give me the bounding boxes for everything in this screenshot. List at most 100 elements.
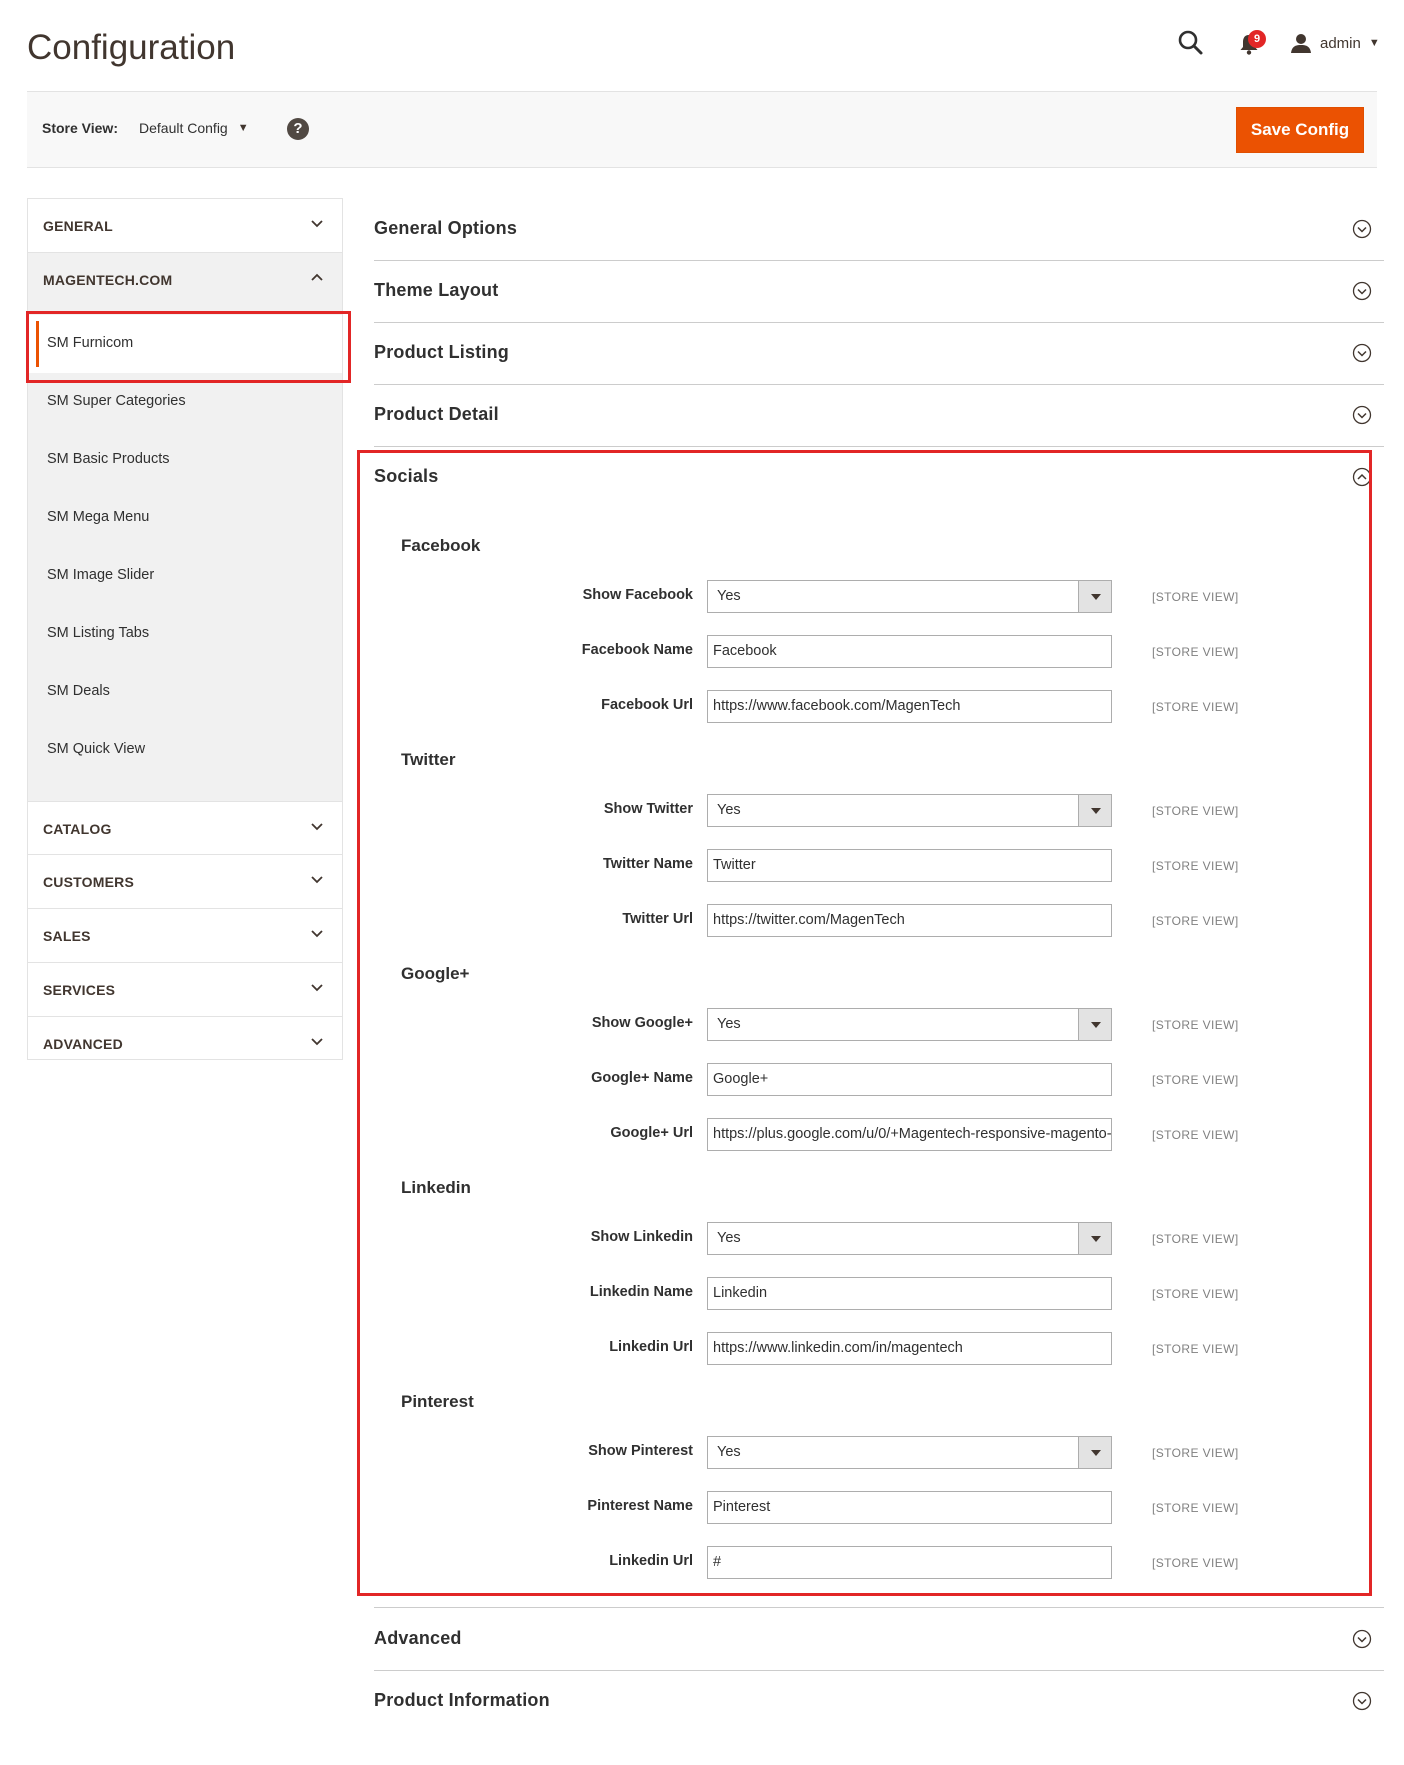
field-label: Linkedin Url bbox=[609, 1553, 693, 1569]
section-title: Product Information bbox=[374, 1690, 550, 1710]
expand-circle-icon bbox=[1352, 281, 1372, 301]
twitter-name-input[interactable]: Twitter bbox=[707, 849, 1112, 882]
scope-label: [STORE VIEW] bbox=[1152, 1501, 1239, 1515]
sidebar-group-label: CUSTOMERS bbox=[43, 874, 134, 890]
search-button[interactable] bbox=[1176, 28, 1206, 58]
scope-label: [STORE VIEW] bbox=[1152, 1128, 1239, 1142]
group-title-pinterest: Pinterest bbox=[401, 1392, 474, 1411]
field-label: Show Google+ bbox=[591, 1015, 693, 1031]
sidebar-group-label: MAGENTECH.COM bbox=[43, 272, 173, 288]
show-facebook-select[interactable]: Yes bbox=[707, 580, 1112, 613]
group-title-facebook: Facebook bbox=[401, 536, 481, 555]
notifications-count-badge: 9 bbox=[1248, 30, 1266, 48]
store-view-bar: Store View: Default Config ▼ ? Save Conf… bbox=[27, 91, 1377, 168]
field-label: Show Facebook bbox=[582, 587, 693, 603]
sidebar-group-label: CATALOG bbox=[43, 821, 112, 837]
show-linkedin-select[interactable]: Yes bbox=[707, 1222, 1112, 1255]
show-google-plus-select[interactable]: Yes bbox=[707, 1008, 1112, 1041]
chevron-down-icon: ▼ bbox=[1368, 37, 1380, 49]
group-title-linkedin: Linkedin bbox=[401, 1178, 471, 1197]
dropdown-arrow-icon bbox=[1078, 1437, 1111, 1468]
section-socials[interactable]: Socials bbox=[374, 447, 1384, 509]
section-title: Advanced bbox=[374, 1628, 462, 1648]
field-label: Show Twitter bbox=[603, 801, 693, 817]
section-general-options[interactable]: General Options bbox=[374, 199, 1384, 261]
sidebar-item-label: SM Quick View bbox=[47, 741, 146, 757]
twitter-url-input[interactable]: https://twitter.com/MagenTech bbox=[707, 904, 1112, 937]
linkedin-name-input[interactable]: Linkedin bbox=[707, 1277, 1112, 1310]
expand-circle-icon bbox=[1352, 1629, 1372, 1649]
field-label: Pinterest Name bbox=[587, 1498, 693, 1514]
field-label: Show Linkedin bbox=[590, 1229, 693, 1245]
sidebar-item-label: SM Mega Menu bbox=[47, 509, 150, 525]
user-icon bbox=[1291, 34, 1311, 53]
scope-label: [STORE VIEW] bbox=[1152, 1556, 1239, 1570]
chevron-down-icon bbox=[311, 876, 323, 884]
pinterest-url-input[interactable]: # bbox=[707, 1546, 1112, 1579]
show-pinterest-select[interactable]: Yes bbox=[707, 1436, 1112, 1469]
sidebar-group-label: GENERAL bbox=[43, 218, 113, 234]
section-divider bbox=[374, 1607, 1384, 1608]
scope-label: [STORE VIEW] bbox=[1152, 914, 1239, 928]
dropdown-arrow-icon bbox=[1078, 1009, 1111, 1040]
section-product-listing[interactable]: Product Listing bbox=[374, 323, 1384, 385]
account-menu-button[interactable]: admin ▼ bbox=[1290, 28, 1380, 58]
sidebar-group-catalog[interactable]: CATALOG bbox=[28, 801, 342, 855]
section-title: Product Listing bbox=[374, 342, 509, 362]
sidebar-item-sm-super-categories[interactable]: SM Super Categories bbox=[28, 373, 342, 431]
chevron-down-icon bbox=[311, 220, 323, 228]
google-plus-url-input[interactable]: https://plus.google.com/u/0/+Magentech-r… bbox=[707, 1118, 1112, 1151]
sidebar-group-services[interactable]: SERVICES bbox=[28, 963, 342, 1017]
field-label: Show Pinterest bbox=[588, 1443, 693, 1459]
sidebar-item-sm-listing-tabs[interactable]: SM Listing Tabs bbox=[28, 605, 342, 663]
sidebar-item-sm-quick-view[interactable]: SM Quick View bbox=[28, 721, 342, 779]
notifications-button[interactable]: 9 bbox=[1234, 28, 1268, 58]
search-icon bbox=[1178, 30, 1203, 55]
save-config-button[interactable]: Save Config bbox=[1236, 107, 1364, 153]
dropdown-arrow-icon bbox=[1078, 581, 1111, 612]
expand-circle-icon bbox=[1352, 343, 1372, 363]
section-product-information[interactable]: Product Information bbox=[374, 1671, 1384, 1733]
store-view-label: Store View: bbox=[42, 120, 118, 136]
facebook-name-input[interactable]: Facebook bbox=[707, 635, 1112, 668]
chevron-down-icon bbox=[311, 823, 323, 831]
sidebar-item-sm-image-slider[interactable]: SM Image Slider bbox=[28, 547, 342, 605]
sidebar-group-general[interactable]: GENERAL bbox=[28, 199, 342, 253]
pinterest-name-input[interactable]: Pinterest bbox=[707, 1491, 1112, 1524]
sidebar-item-label: SM Basic Products bbox=[47, 451, 170, 467]
facebook-url-input[interactable]: https://www.facebook.com/MagenTech bbox=[707, 690, 1112, 723]
select-value: Yes bbox=[717, 1016, 741, 1032]
select-value: Yes bbox=[717, 1444, 741, 1460]
sidebar-item-label: SM Furnicom bbox=[47, 335, 134, 351]
sidebar-item-label: SM Image Slider bbox=[47, 567, 155, 583]
chevron-down-icon: ▼ bbox=[237, 122, 249, 134]
scope-label: [STORE VIEW] bbox=[1152, 804, 1239, 818]
help-icon[interactable]: ? bbox=[287, 118, 309, 140]
section-advanced[interactable]: Advanced bbox=[374, 1609, 1384, 1671]
sidebar-item-sm-deals[interactable]: SM Deals bbox=[28, 663, 342, 721]
dropdown-arrow-icon bbox=[1078, 795, 1111, 826]
section-product-detail[interactable]: Product Detail bbox=[374, 385, 1384, 447]
config-sidebar: GENERAL MAGENTECH.COM SM Furnicom SM Sup… bbox=[27, 198, 343, 1060]
linkedin-url-input[interactable]: https://www.linkedin.com/in/magentech bbox=[707, 1332, 1112, 1365]
sidebar-item-sm-basic-products[interactable]: SM Basic Products bbox=[28, 431, 342, 489]
sidebar-group-label: SERVICES bbox=[43, 982, 116, 998]
show-twitter-select[interactable]: Yes bbox=[707, 794, 1112, 827]
sidebar-group-customers[interactable]: CUSTOMERS bbox=[28, 855, 342, 909]
google-plus-name-input[interactable]: Google+ bbox=[707, 1063, 1112, 1096]
expand-circle-icon bbox=[1352, 405, 1372, 425]
store-view-switcher[interactable]: Default Config ▼ bbox=[139, 120, 249, 136]
scope-label: [STORE VIEW] bbox=[1152, 1446, 1239, 1460]
sidebar-group-sales[interactable]: SALES bbox=[28, 909, 342, 963]
sidebar-item-label: SM Deals bbox=[47, 683, 110, 699]
expand-circle-icon bbox=[1352, 219, 1372, 239]
scope-label: [STORE VIEW] bbox=[1152, 1018, 1239, 1032]
sidebar-group-label: SALES bbox=[43, 928, 91, 944]
sidebar-group-magentech[interactable]: MAGENTECH.COM bbox=[28, 253, 342, 307]
sidebar-item-sm-mega-menu[interactable]: SM Mega Menu bbox=[28, 489, 342, 547]
sidebar-group-advanced[interactable]: ADVANCED bbox=[28, 1017, 342, 1071]
select-value: Yes bbox=[717, 588, 741, 604]
sidebar-item-sm-furnicom[interactable]: SM Furnicom bbox=[28, 315, 342, 373]
section-theme-layout[interactable]: Theme Layout bbox=[374, 261, 1384, 323]
scope-label: [STORE VIEW] bbox=[1152, 859, 1239, 873]
